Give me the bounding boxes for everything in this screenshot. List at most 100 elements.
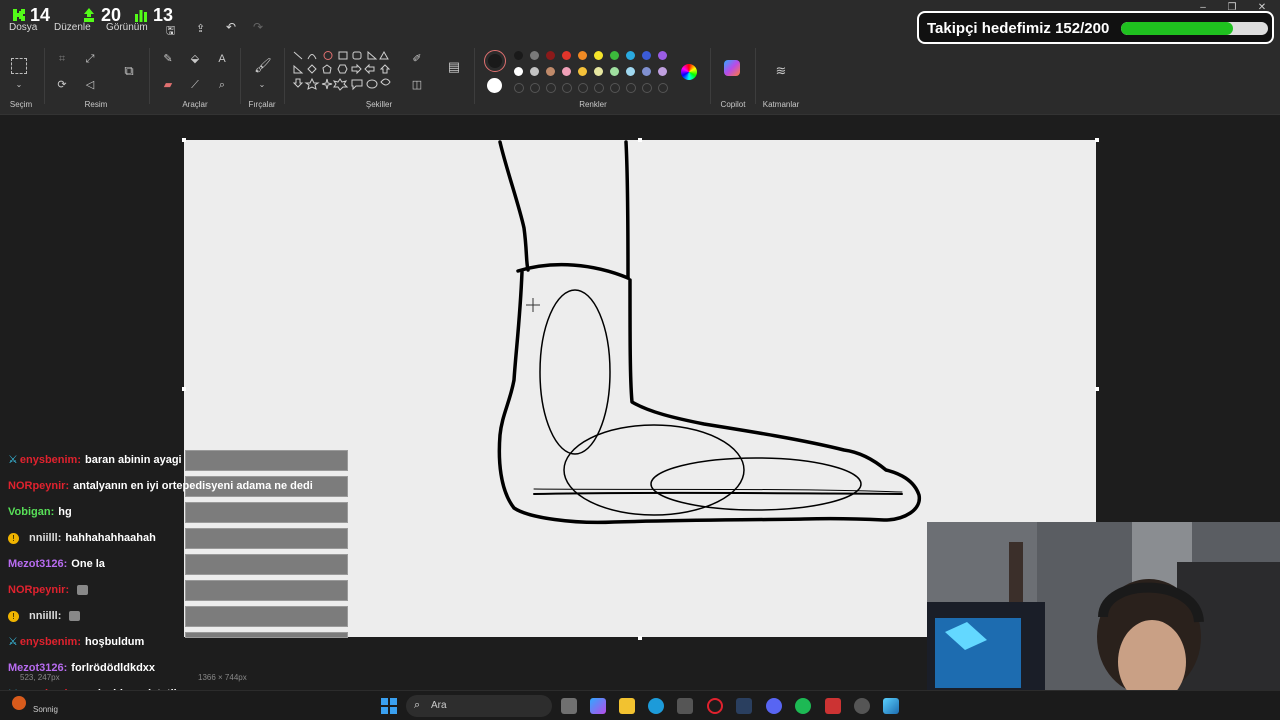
chat-text: hg [58,506,72,518]
canvas-size: 1366 × 744px [198,673,247,682]
resize-handle[interactable] [182,138,186,142]
custom-color-slot[interactable] [514,83,524,93]
resize-handle[interactable] [182,387,186,391]
opera-icon[interactable] [707,698,723,714]
color-swatch[interactable] [594,51,603,60]
spotify-icon[interactable] [795,698,811,714]
resize-handle[interactable] [1095,387,1099,391]
shapes-grid-icon [292,50,391,91]
image-tools-icon[interactable]: ⧉ [122,64,136,78]
viewer-count: 20 [101,5,122,25]
group-label-shapes: Şekiller [365,100,393,109]
divider [284,48,285,104]
share-icon[interactable]: ⇪ [196,22,205,35]
color-swatch[interactable] [514,51,523,60]
custom-color-slot[interactable] [610,83,620,93]
chat-username: NORpeynir: [8,584,70,596]
color-swatch[interactable] [626,51,635,60]
select-icon[interactable] [11,58,27,74]
steam-icon[interactable] [736,698,752,714]
secondary-color-swatch[interactable] [487,78,502,93]
fill-shape-icon[interactable]: ◫ [410,78,424,92]
divider [240,48,241,104]
custom-color-slot[interactable] [546,83,556,93]
chat-message: NORpeynir: antalyanın en iyi ortepedisyen… [8,475,313,497]
chevron-down-icon[interactable]: ⌄ [255,78,269,92]
resize-handle[interactable] [1095,138,1099,142]
eraser-icon[interactable]: ▰ [161,78,175,92]
color-swatch[interactable] [642,51,651,60]
voicemod-icon[interactable] [825,698,841,714]
divider [755,48,756,104]
magnifier-icon[interactable]: ⌕ [215,78,229,92]
task-view-icon[interactable] [561,698,577,714]
group-label-selection: Seçim [9,100,33,109]
color-swatch[interactable] [578,67,587,76]
obs-icon[interactable] [854,698,870,714]
copilot-taskbar-icon[interactable] [590,698,606,714]
color-swatch[interactable] [546,51,555,60]
crop-icon[interactable]: ⌗ [55,52,69,66]
color-swatch[interactable] [658,51,667,60]
color-swatch[interactable] [530,51,539,60]
resize-handle[interactable] [638,636,642,640]
color-swatch[interactable] [658,67,667,76]
windows-start-icon[interactable] [381,698,397,714]
color-swatch[interactable] [530,67,539,76]
layers-shape-icon[interactable]: ▤ [447,60,461,74]
color-swatch[interactable] [610,67,619,76]
chevron-down-icon[interactable]: ⌄ [12,78,26,92]
redo-icon[interactable]: ↷ [253,20,263,34]
flip-icon[interactable]: ◁ [83,78,97,92]
paint-window: Dosya Düzenle Görünüm 🖫 ⇪ ↶ ↷ – ❐ ✕ 14 2… [0,0,1280,720]
outline-icon[interactable]: ✐ [410,52,424,66]
brush-icon[interactable]: 🖌 [254,58,272,72]
search-placeholder: Ara [431,700,447,711]
color-swatch[interactable] [562,51,571,60]
group-label-tools: Araçlar [182,100,208,109]
color-swatch[interactable] [594,67,603,76]
color-swatch[interactable] [642,67,651,76]
store-icon[interactable] [677,698,693,714]
menu-edit[interactable]: Düzenle [54,22,91,33]
custom-color-slot[interactable] [578,83,588,93]
resize-icon[interactable]: ⤢ [83,52,97,66]
fill-icon[interactable]: ⬙ [188,52,202,66]
text-icon[interactable]: A [215,52,229,66]
subscriber-badge-icon: ! [8,532,19,544]
custom-color-slot[interactable] [530,83,540,93]
follower-goal-progress [1121,22,1268,35]
chat-text: hoşbuldum [85,636,145,648]
color-swatch[interactable] [610,51,619,60]
edge-icon[interactable] [648,698,664,714]
custom-color-slot[interactable] [658,83,668,93]
resize-handle[interactable] [638,138,642,142]
file-explorer-icon[interactable] [619,698,635,714]
color-swatch[interactable] [514,67,523,76]
primary-color-selector[interactable] [484,50,506,72]
color-swatch[interactable] [578,51,587,60]
custom-color-slot[interactable] [626,83,636,93]
color-swatch[interactable] [546,67,555,76]
chat-bar [185,502,348,523]
taskbar-search[interactable]: ⌕ Ara [406,695,552,717]
custom-color-slot[interactable] [594,83,604,93]
custom-color-slot[interactable] [562,83,572,93]
color-swatch[interactable] [562,67,571,76]
moderator-badge-icon: ⚔ [8,636,18,648]
pencil-icon[interactable]: ✎ [161,52,175,66]
layers-icon[interactable]: ≋ [774,64,788,78]
custom-color-slot[interactable] [642,83,652,93]
discord-icon[interactable] [766,698,782,714]
rotate-icon[interactable]: ⟳ [55,78,69,92]
shapes-gallery[interactable] [292,50,400,102]
color-swatch[interactable] [626,67,635,76]
edit-colors-icon[interactable] [681,64,697,80]
copilot-icon[interactable] [724,60,740,76]
undo-icon[interactable]: ↶ [226,20,236,34]
music-app-icon[interactable] [12,696,26,710]
color-picker-icon[interactable]: ⟋ [188,78,202,92]
ribbon-toolbar: ⌄ Seçim ⌗ ⤢ ⟳ ◁ ⧉ Resim ✎ ⬙ A ▰ ⟋ ⌕ Araç… [0,40,1280,115]
paint-app-icon[interactable] [883,698,899,714]
chat-message: ! nniilll: [8,605,81,627]
